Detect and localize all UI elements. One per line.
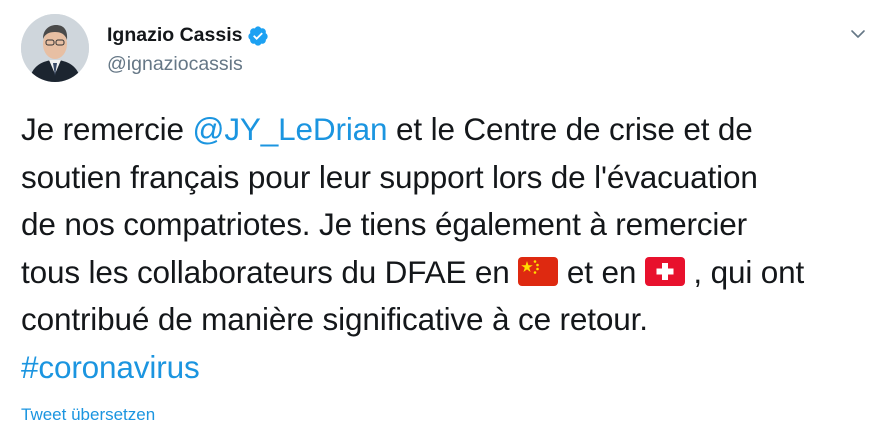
text-span: et le Centre de crise et de: [387, 111, 753, 147]
tweet-line: Je remercie @JY_LeDrian et le Centre de …: [21, 106, 881, 154]
avatar-image: [21, 14, 89, 82]
tweet-line: soutien français pour leur support lors …: [21, 158, 758, 195]
tweet-line: tous les collaborateurs du DFAE en et en…: [21, 249, 881, 297]
avatar[interactable]: [21, 14, 89, 82]
hashtag-link[interactable]: #coronavirus: [21, 349, 200, 385]
author-handle[interactable]: @ignaziocassis: [107, 53, 243, 76]
text-span: et en: [558, 253, 645, 290]
tweet-card: Ignazio Cassis @ignaziocassis Je remerci…: [0, 0, 893, 446]
text-span: , qui ont: [684, 253, 805, 290]
tweet-text: Je remercie @JY_LeDrian et le Centre de …: [21, 106, 881, 391]
tweet-line: #coronavirus: [21, 344, 881, 392]
translate-tweet-link[interactable]: Tweet übersetzen: [21, 405, 155, 425]
text-span: Je remercie: [21, 111, 193, 147]
author-display-name[interactable]: Ignazio Cassis: [107, 24, 242, 47]
verified-badge-icon: [248, 25, 269, 46]
author-row: Ignazio Cassis: [107, 24, 269, 47]
chevron-down-icon[interactable]: [846, 22, 870, 46]
china-flag-icon: [518, 256, 559, 286]
text-span: tous les collaborateurs du DFAE en: [21, 253, 519, 290]
tweet-line: contribué de manière significative à ce …: [21, 301, 648, 337]
mention-link[interactable]: @JY_LeDrian: [193, 111, 388, 147]
switzerland-flag-icon: [644, 256, 685, 286]
tweet-line: de nos compatriotes. Je tiens également …: [21, 206, 747, 242]
